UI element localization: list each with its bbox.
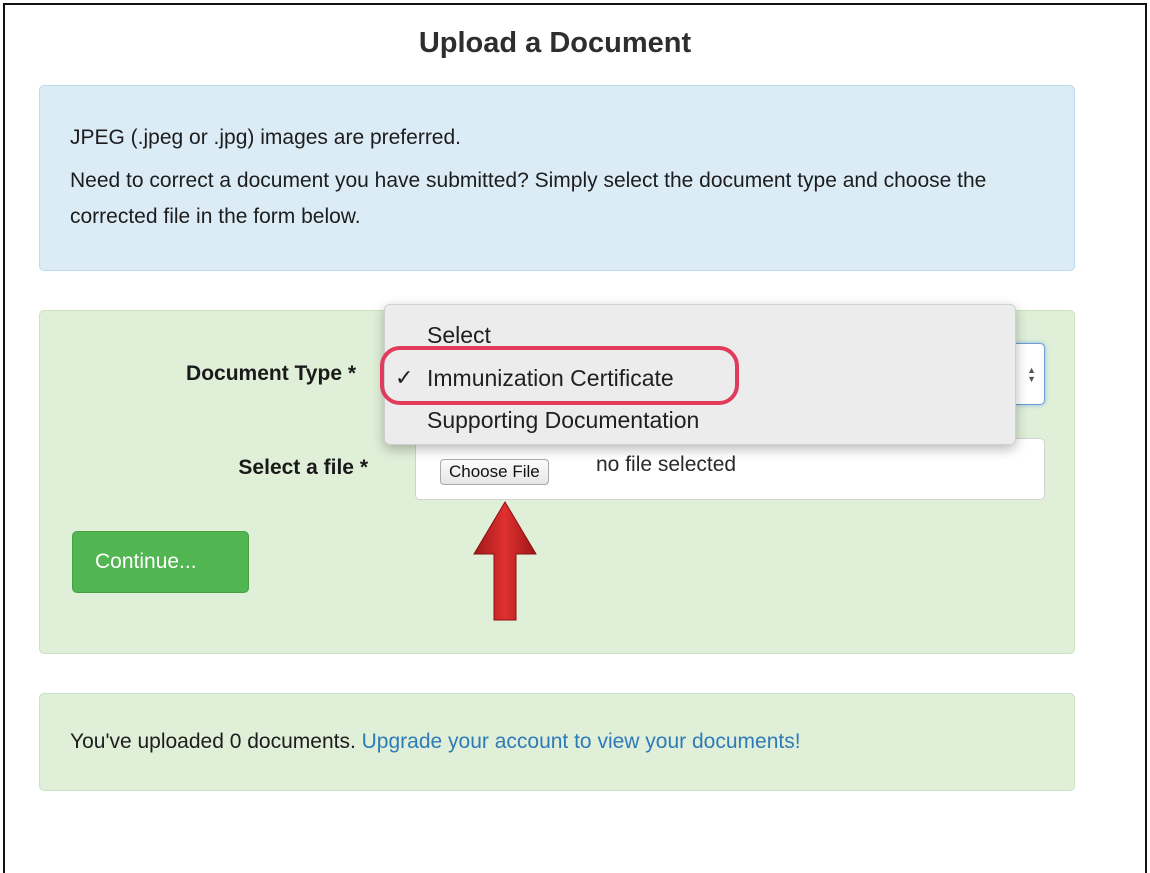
upgrade-account-link[interactable]: Upgrade your account to view your docume…	[362, 730, 801, 753]
upload-status-alert: You've uploaded 0 documents. Upgrade you…	[39, 693, 1075, 791]
dropdown-option-supporting-documentation[interactable]: Supporting Documentation	[427, 407, 699, 434]
upload-count-text: You've uploaded 0 documents.	[70, 730, 356, 753]
highlight-annotation	[380, 346, 739, 405]
no-file-selected-text: no file selected	[596, 453, 737, 476]
file-input[interactable]: Choose File no file selected	[415, 438, 1045, 500]
red-up-arrow-icon	[473, 501, 537, 621]
document-type-label: Document Type *	[186, 362, 356, 385]
document-type-select[interactable]: ▲ ▼	[1015, 343, 1045, 405]
dropdown-option-select[interactable]: Select	[427, 322, 491, 349]
updown-chevron-icon: ▲ ▼	[1027, 365, 1036, 384]
page-title: Upload a Document	[418, 27, 692, 59]
select-file-label: Select a file *	[238, 456, 368, 479]
info-correction-note: Need to correct a document you have subm…	[70, 169, 987, 228]
info-alert: JPEG (.jpeg or .jpg) images are preferre…	[39, 85, 1075, 271]
choose-file-button[interactable]: Choose File	[440, 459, 549, 485]
continue-button[interactable]: Continue...	[72, 531, 249, 593]
info-format-note: JPEG (.jpeg or .jpg) images are preferre…	[70, 126, 462, 149]
